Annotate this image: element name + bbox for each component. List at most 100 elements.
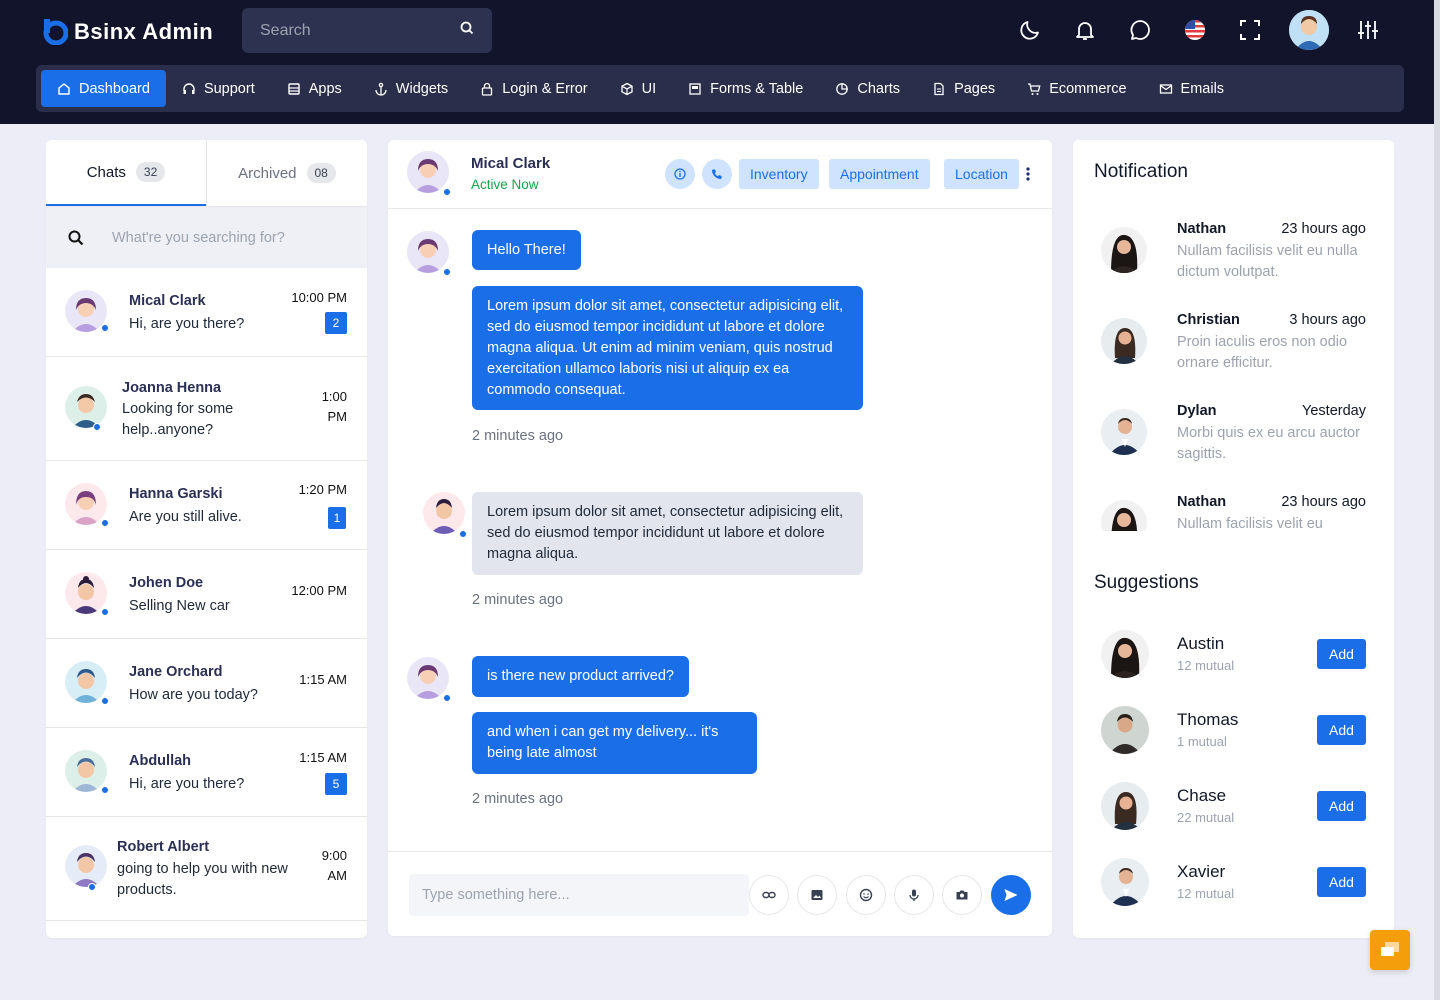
nav-item-pages[interactable]: Pages — [916, 70, 1011, 107]
add-friend-button[interactable]: Add — [1317, 867, 1366, 897]
chat-list-item[interactable]: Robert Albert going to help you with new… — [46, 817, 367, 921]
add-friend-button[interactable]: Add — [1317, 639, 1366, 669]
tab-chats[interactable]: Chats 32 — [46, 140, 206, 206]
sender-avatar — [423, 492, 465, 534]
contact-avatar — [407, 231, 449, 273]
avatar — [65, 572, 107, 614]
nav-item-ui[interactable]: UI — [604, 70, 673, 107]
chat-message: How are you today? — [129, 687, 258, 703]
suggestion-name: Chase — [1177, 786, 1227, 805]
voice-button[interactable] — [894, 875, 934, 915]
suggestion-item: Austin 12 mutual Add — [1073, 630, 1394, 686]
suggestion-name: Xavier — [1177, 862, 1226, 881]
chat-list-item[interactable]: Jane Orchard How are you today? 1:15 AM — [46, 639, 367, 728]
nav-item-support[interactable]: Support — [166, 70, 271, 107]
nav-item-emails[interactable]: Emails — [1143, 70, 1241, 107]
contact-avatar — [407, 657, 449, 699]
inventory-button[interactable]: Inventory — [739, 159, 819, 189]
avatar — [65, 483, 107, 525]
notification-item[interactable]: Christian 3 hours ago Proin iaculis eros… — [1073, 309, 1394, 379]
chat-name: Mical Clark — [129, 293, 206, 309]
smile-icon — [859, 888, 873, 902]
microphone-icon — [909, 889, 919, 901]
info-button[interactable] — [665, 159, 695, 189]
contact-status: Active Now — [471, 177, 539, 192]
emoji-button[interactable] — [846, 875, 886, 915]
message-bubble: and when i can get my delivery... it's b… — [472, 712, 757, 774]
attach-link-button[interactable] — [749, 875, 789, 915]
brand[interactable]: Bsinx Admin — [42, 16, 213, 48]
chat-list-item[interactable]: Mical Clark Hi, are you there? 10:00 PM … — [46, 268, 367, 357]
online-dot — [93, 423, 101, 431]
chat-time: 10:00 PM — [291, 290, 347, 305]
nav-label: Ecommerce — [1049, 80, 1127, 97]
nav-item-ecommerce[interactable]: Ecommerce — [1011, 70, 1142, 107]
suggestion-mutual: 22 mutual — [1177, 810, 1235, 825]
notification-item[interactable]: Nathan 23 hours ago Nullam facilisis vel… — [1073, 491, 1394, 531]
tab-label: Chats — [86, 163, 126, 181]
sliders-icon[interactable] — [1352, 14, 1384, 46]
fullscreen-icon[interactable] — [1234, 14, 1266, 46]
call-button[interactable] — [702, 159, 732, 189]
notification-text: Morbi quis ex eu arcu auctor sagittis. — [1177, 425, 1360, 462]
chats-panel: Chats 32 Archived 08 Mical Clark Hi, are… — [46, 140, 367, 938]
chat-bubble-icon[interactable] — [1124, 14, 1156, 46]
user-avatar[interactable] — [1289, 10, 1329, 50]
moon-icon[interactable] — [1014, 14, 1046, 46]
tab-archived[interactable]: Archived 08 — [206, 140, 367, 206]
location-button[interactable]: Location — [944, 159, 1019, 189]
nav-label: Dashboard — [79, 80, 150, 97]
nav-item-widgets[interactable]: Widgets — [358, 70, 464, 107]
more-options-icon[interactable] — [1026, 167, 1030, 181]
chat-list-item[interactable]: Joanna Henna Looking for some help..anyo… — [46, 357, 367, 461]
nav-item-apps[interactable]: Apps — [271, 70, 358, 107]
add-friend-button[interactable]: Add — [1317, 715, 1366, 745]
search-icon[interactable] — [460, 21, 474, 40]
nav-label: Forms & Table — [710, 80, 804, 97]
unread-badge: 1 — [328, 507, 346, 529]
chat-list-item[interactable]: Johen Doe Selling New car 12:00 PM — [46, 550, 367, 639]
message-bubble: Hello There! — [472, 230, 581, 270]
us-flag-icon[interactable] — [1179, 14, 1211, 46]
contact-name: Mical Clark — [471, 155, 551, 172]
add-friend-button[interactable]: Add — [1317, 791, 1366, 821]
notification-name: Nathan — [1177, 221, 1227, 237]
chat-list-item[interactable]: Abdullah Hi, are you there? 1:15 AM 5 — [46, 728, 367, 817]
avatar — [65, 750, 107, 792]
send-button[interactable] — [991, 875, 1031, 915]
avatar — [1101, 409, 1147, 455]
suggestion-item: Chase 22 mutual Add — [1073, 782, 1394, 838]
chat-message: Are you still alive. — [129, 509, 242, 525]
suggestion-mutual: 12 mutual — [1177, 886, 1235, 901]
suggestion-mutual: 1 mutual — [1177, 734, 1227, 749]
conversation-panel: Mical Clark Active Now Inventory Appoint… — [388, 140, 1052, 936]
online-dot — [459, 530, 467, 538]
nav-item-forms-table[interactable]: Forms & Table — [672, 70, 819, 107]
notification-item[interactable]: Nathan 23 hours ago Nullam facilisis vel… — [1073, 218, 1394, 288]
chats-count-badge: 32 — [135, 162, 166, 182]
nav-label: Pages — [954, 80, 996, 97]
avatar — [1101, 858, 1149, 906]
nav-label: UI — [641, 80, 657, 97]
appointment-button[interactable]: Appointment — [829, 159, 930, 189]
table-icon — [689, 82, 701, 95]
topbar: Bsinx Admin Dashboard — [0, 0, 1440, 124]
notification-time: 23 hours ago — [1281, 221, 1366, 237]
nav-item-dashboard[interactable]: Dashboard — [41, 70, 166, 107]
attach-image-button[interactable] — [797, 875, 837, 915]
camera-button[interactable] — [942, 875, 982, 915]
bell-icon[interactable] — [1069, 14, 1101, 46]
message-input[interactable] — [409, 874, 749, 916]
nav-item-login-error[interactable]: Login & Error — [464, 70, 603, 107]
chat-search-input[interactable] — [112, 229, 332, 246]
nav-item-charts[interactable]: Charts — [819, 70, 916, 107]
notification-item[interactable]: Dylan Yesterday Morbi quis ex eu arcu au… — [1073, 400, 1394, 470]
contact-avatar[interactable] — [407, 151, 449, 193]
header-search-input[interactable] — [260, 21, 440, 40]
page-scrollbar[interactable] — [1434, 0, 1440, 1000]
notification-text: Nullam facilisis velit eu — [1177, 516, 1323, 531]
tab-label: Archived — [238, 164, 297, 182]
unread-badge: 2 — [325, 312, 347, 334]
chat-list-item[interactable]: Hanna Garski Are you still alive. 1:20 P… — [46, 461, 367, 550]
chat-fab-button[interactable] — [1370, 930, 1410, 970]
